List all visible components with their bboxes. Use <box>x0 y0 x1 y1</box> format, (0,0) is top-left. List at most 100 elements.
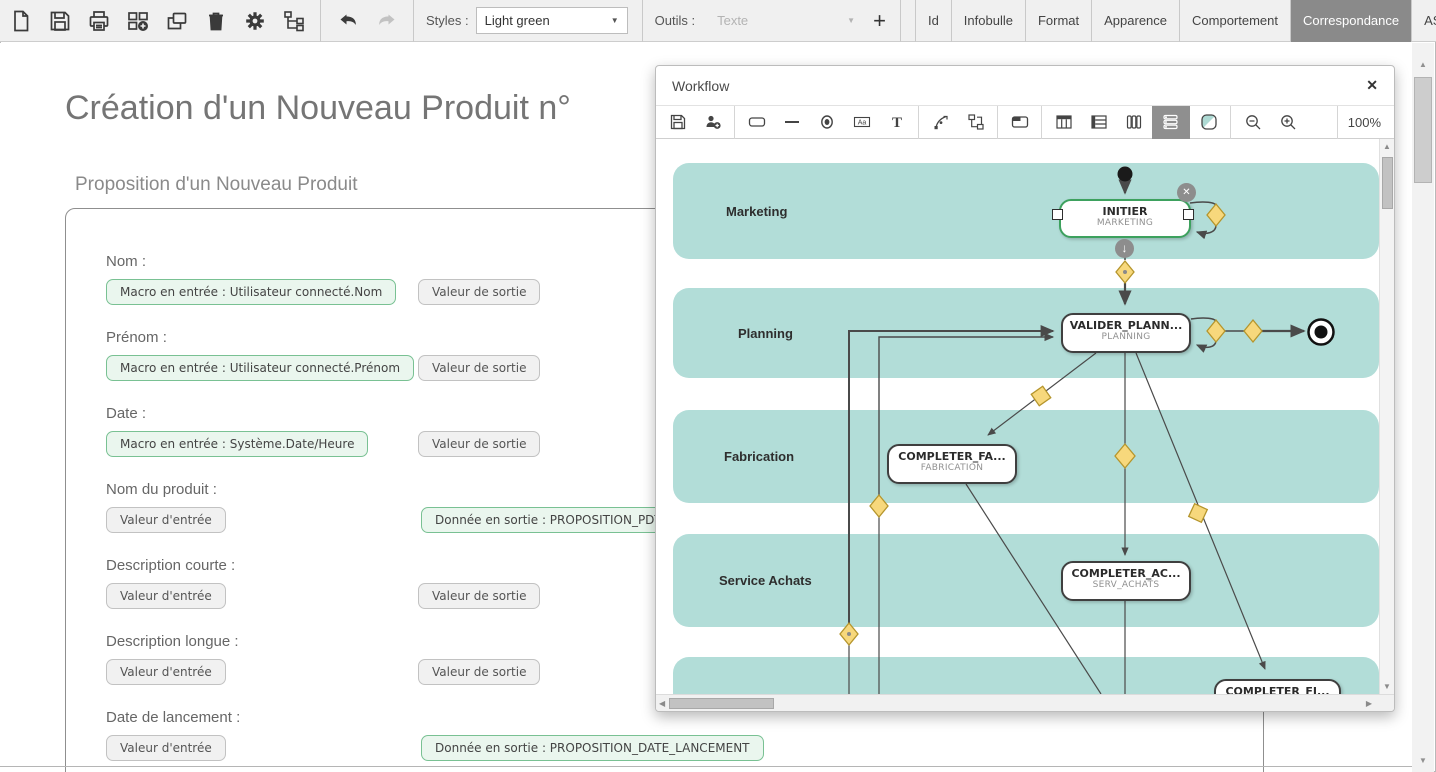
scroll-up-icon[interactable]: ▲ <box>1383 142 1391 151</box>
tab-id[interactable]: Id <box>915 0 951 42</box>
workflow-vscrollbar-thumb[interactable] <box>1382 157 1393 209</box>
mapping-badge-lancement-out[interactable]: Donnée en sortie : PROPOSITION_DATE_LANC… <box>421 735 764 761</box>
resize-handle-right[interactable] <box>1183 209 1194 220</box>
lane-label: Fabrication <box>724 449 794 464</box>
workflow-hscrollbar-thumb[interactable] <box>669 698 774 709</box>
app-window: Styles : Light green ▼ Outils : Texte ▼ … <box>0 0 1436 772</box>
wf-connector-tool[interactable] <box>927 109 954 136</box>
mapping-badge-prenom-in[interactable]: Macro en entrée : Utilisateur connecté.P… <box>106 355 414 381</box>
wf-text-tool[interactable]: T <box>883 109 910 136</box>
mapping-badge-desc-courte-out[interactable]: Valeur de sortie <box>418 583 540 609</box>
new-file-button[interactable] <box>9 9 33 33</box>
tab-aspnet[interactable]: ASP.NET <box>1411 0 1436 42</box>
section-title: Proposition d'un Nouveau Produit <box>75 174 357 196</box>
wf-hlanes-header-tool[interactable] <box>1085 109 1112 136</box>
node-subtitle: FABRICATION <box>889 463 1015 473</box>
toolbar-separator <box>918 106 919 139</box>
delete-node-icon[interactable]: ✕ <box>1177 183 1196 202</box>
settings-button[interactable] <box>243 9 267 33</box>
node-title: COMPLETER_FA... <box>889 450 1015 463</box>
field-label-desc-courte: Description courte : <box>106 557 235 574</box>
mapping-badge-desc-longue-out[interactable]: Valeur de sortie <box>418 659 540 685</box>
wf-rect-tool[interactable] <box>743 109 770 136</box>
wf-add-participant-button[interactable] <box>699 109 726 136</box>
wf-hlanes-tool-active[interactable] <box>1152 106 1190 139</box>
mapping-badge-desc-courte-in[interactable]: Valeur d'entrée <box>106 583 226 609</box>
tab-format[interactable]: Format <box>1025 0 1091 42</box>
scroll-left-icon[interactable]: ◀ <box>659 699 665 708</box>
toolbar-separator <box>1041 106 1042 139</box>
styles-select[interactable]: Light green ▼ <box>476 7 628 34</box>
add-tool-button[interactable]: + <box>873 8 886 34</box>
mapping-badge-lancement-in[interactable]: Valeur d'entrée <box>106 735 226 761</box>
wf-vlanes-tool[interactable] <box>1120 109 1147 136</box>
node-initier[interactable]: INITIER MARKETING <box>1059 199 1191 238</box>
mapping-badge-date-in[interactable]: Macro en entrée : Système.Date/Heure <box>106 431 368 457</box>
svg-text:T: T <box>891 115 901 131</box>
rectangle-tool-icon <box>748 113 766 131</box>
wf-hierarchy-tool[interactable] <box>962 109 989 136</box>
tree-icon <box>282 9 306 33</box>
outils-select-value: Texte <box>717 13 748 28</box>
lane-service-achats[interactable]: Service Achats <box>673 534 1379 627</box>
undo-button[interactable] <box>336 9 360 33</box>
add-transition-icon[interactable]: ↓ <box>1115 239 1134 258</box>
redo-button[interactable] <box>375 9 399 33</box>
workflow-canvas[interactable]: Marketing Planning Fabrication Service A… <box>656 139 1394 694</box>
scroll-down-icon[interactable]: ▼ <box>1383 682 1391 691</box>
delete-button[interactable] <box>204 9 228 33</box>
node-completer-fabrication[interactable]: COMPLETER_FA... FABRICATION <box>887 444 1017 484</box>
page-scrollbar-thumb[interactable] <box>1414 77 1432 183</box>
node-completer-achats[interactable]: COMPLETER_AC... SERV_ACHATS <box>1061 561 1191 601</box>
wf-lane-style-tool[interactable] <box>1195 109 1222 136</box>
wf-zoom-out-button[interactable] <box>1239 109 1266 136</box>
wf-zoom-in-button[interactable] <box>1274 109 1301 136</box>
lane-marketing[interactable]: Marketing <box>673 163 1379 259</box>
wf-vlanes-header-tool[interactable] <box>1050 109 1077 136</box>
diamond-branch-fa[interactable] <box>1031 386 1050 405</box>
mapping-badge-date-out[interactable]: Valeur de sortie <box>418 431 540 457</box>
diamond-condition-marketing[interactable] <box>1116 261 1134 283</box>
workflow-vscrollbar[interactable]: ▲ ▼ <box>1379 139 1394 694</box>
print-button[interactable] <box>87 9 111 33</box>
workflow-window-titlebar[interactable]: Workflow ✕ <box>656 66 1394 106</box>
save-button[interactable] <box>48 9 72 33</box>
wf-save-button[interactable] <box>664 109 691 136</box>
toolbar-separator <box>900 0 901 42</box>
wf-label-tool[interactable]: Aa <box>848 109 875 136</box>
outils-select[interactable]: Texte ▼ <box>695 13 855 28</box>
scroll-up-icon[interactable]: ▲ <box>1412 60 1434 69</box>
node-valider-planning[interactable]: VALIDER_PLANN... PLANNING <box>1061 313 1191 353</box>
scroll-right-icon[interactable]: ▶ <box>1366 699 1372 708</box>
diamond-branch-fi[interactable] <box>1189 504 1208 523</box>
mapping-badge-desc-longue-in[interactable]: Valeur d'entrée <box>106 659 226 685</box>
mapping-badge-produit-in[interactable]: Valeur d'entrée <box>106 507 226 533</box>
copy-button[interactable] <box>165 9 189 33</box>
close-icon[interactable]: ✕ <box>1366 77 1378 94</box>
structure-button[interactable] <box>282 9 306 33</box>
tab-infobulle[interactable]: Infobulle <box>951 0 1025 42</box>
lane-planning[interactable]: Planning <box>673 288 1379 378</box>
page-scrollbar[interactable]: ▲ ▼ <box>1412 43 1434 772</box>
diamond-dot <box>847 632 851 636</box>
tab-apparence[interactable]: Apparence <box>1091 0 1179 42</box>
columns-header-icon <box>1055 113 1073 131</box>
node-completer-fi[interactable]: COMPLETER_FI... <box>1214 679 1341 694</box>
undo-icon <box>336 9 360 33</box>
property-tabs: Id Infobulle Format Apparence Comporteme… <box>915 0 1436 42</box>
tab-comportement[interactable]: Comportement <box>1179 0 1290 42</box>
add-block-button[interactable] <box>126 9 150 33</box>
pool-tool-icon <box>1011 113 1029 131</box>
scroll-down-icon[interactable]: ▼ <box>1412 756 1434 765</box>
resize-handle-left[interactable] <box>1052 209 1063 220</box>
workflow-hscrollbar[interactable]: ◀ ▶ <box>656 694 1394 711</box>
copy-icon <box>165 9 189 33</box>
mapping-badge-nom-out[interactable]: Valeur de sortie <box>418 279 540 305</box>
wf-state-tool[interactable] <box>813 109 840 136</box>
wf-line-tool[interactable] <box>778 109 805 136</box>
mapping-badge-prenom-out[interactable]: Valeur de sortie <box>418 355 540 381</box>
wf-pool-tool[interactable] <box>1006 109 1033 136</box>
lane-fabrication[interactable]: Fabrication <box>673 410 1379 503</box>
mapping-badge-nom-in[interactable]: Macro en entrée : Utilisateur connecté.N… <box>106 279 396 305</box>
tab-correspondance[interactable]: Correspondance <box>1290 0 1411 42</box>
